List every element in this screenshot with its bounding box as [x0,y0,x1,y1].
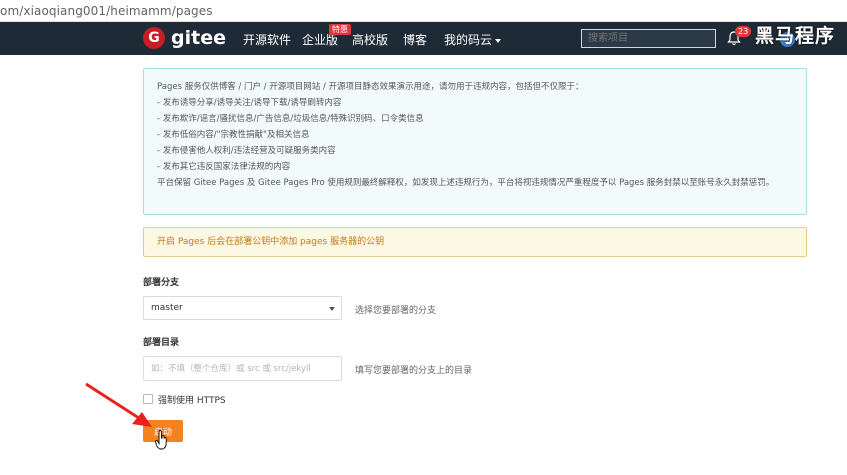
notice-line: - 发布其它违反国家法律法规的内容 [157,162,291,172]
branch-hint: 选择您要部署的分支 [355,306,437,316]
notification-badge: 23 [735,26,752,37]
top-navbar: G gitee 开源软件 企业版 特惠 高校版 博客 我的码云 23 + 小 [0,22,847,55]
nav-education[interactable]: 高校版 [352,31,388,48]
nav-blog[interactable]: 博客 [403,31,427,48]
search-input[interactable] [581,29,716,48]
notice-line: - 发布诱导分享/诱导关注/诱导下载/诱导刷转内容 [157,98,342,108]
warning-alert: 开启 Pages 后会在部署公钥中添加 pages 服务器的公钥 [143,227,807,257]
address-bar[interactable]: om/xiaoqiang001/heimamm/pages [0,0,847,22]
directory-label: 部署目录 [143,338,180,348]
hand-cursor-icon [155,430,167,450]
branch-select-value: master [151,303,183,313]
watermark-text: 黑马程序 [755,25,836,47]
branch-label: 部署分支 [143,278,180,288]
nav-open-source[interactable]: 开源软件 [243,31,291,48]
force-https-label[interactable]: 强制使用 HTTPS [158,393,226,406]
notice-line: Pages 服务仅供博客 / 门户 / 开源项目网站 / 开源项目静态效果演示用… [157,82,584,92]
chevron-down-icon [329,307,335,311]
chevron-down-icon [495,38,502,43]
usage-notice: Pages 服务仅供博客 / 门户 / 开源项目网站 / 开源项目静态效果演示用… [143,68,807,215]
notice-line: - 发布欺诈/谣言/骚扰信息/广告信息/垃圾信息/特殊识别码、口令类信息 [157,114,424,124]
nav-my-gitee[interactable]: 我的码云 [444,31,502,48]
gitee-pages-settings-page: om/xiaoqiang001/heimamm/pages G gitee 开源… [0,0,847,475]
directory-input[interactable] [143,356,342,381]
directory-hint: 填写您要部署的分支上的目录 [355,366,473,376]
notice-line: - 发布侵害他人权利/违法经营及可疑服务类内容 [157,146,336,156]
gitee-logo-icon: G [143,27,165,49]
notice-line: - 发布低俗内容/"宗教性捐献"及相关信息 [157,130,310,140]
branch-select[interactable]: master [143,296,342,320]
hot-badge: 特惠 [329,24,351,35]
address-url[interactable]: om/xiaoqiang001/heimamm/pages [0,4,213,18]
gitee-logo-text: gitee [171,27,226,49]
red-arrow-annotation-icon [85,382,152,427]
gitee-logo[interactable]: G gitee [143,27,226,49]
notice-footer: 平台保留 Gitee Pages 及 Gitee Pages Pro 使用规则最… [157,178,775,188]
nav-my-gitee-label: 我的码云 [444,33,493,47]
